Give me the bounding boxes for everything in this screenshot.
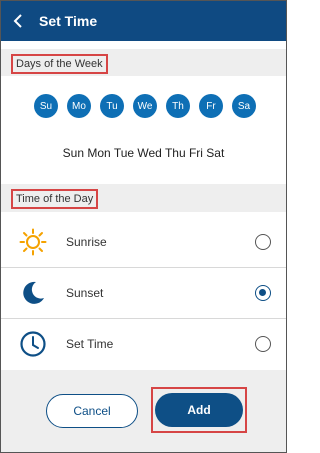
option-set-time[interactable]: Set Time bbox=[1, 319, 286, 369]
day-button-we[interactable]: We bbox=[133, 94, 157, 118]
cancel-button[interactable]: Cancel bbox=[46, 394, 138, 428]
time-section-header: Time of the Day bbox=[1, 184, 286, 212]
option-sunset[interactable]: Sunset bbox=[1, 268, 286, 318]
page-title: Set Time bbox=[39, 13, 98, 29]
sunrise-radio[interactable] bbox=[255, 234, 271, 250]
set-time-radio[interactable] bbox=[255, 336, 271, 352]
app-frame: Set Time Days of the Week Su Mo Tu We Th… bbox=[0, 0, 287, 453]
header-bar: Set Time bbox=[1, 1, 286, 41]
day-button-su[interactable]: Su bbox=[34, 94, 58, 118]
days-picker: Su Mo Tu We Th Fr Sa bbox=[34, 94, 256, 118]
add-button[interactable]: Add bbox=[155, 393, 243, 427]
selected-days-summary: Sun Mon Tue Wed Thu Fri Sat bbox=[62, 146, 225, 160]
day-button-sa[interactable]: Sa bbox=[232, 94, 256, 118]
option-set-time-label: Set Time bbox=[66, 337, 114, 351]
day-button-mo[interactable]: Mo bbox=[67, 94, 91, 118]
chevron-left-icon bbox=[13, 14, 22, 28]
time-section-label: Time of the Day bbox=[11, 189, 99, 209]
day-button-fr[interactable]: Fr bbox=[199, 94, 223, 118]
clock-icon bbox=[18, 329, 48, 359]
option-sunrise-label: Sunrise bbox=[66, 235, 107, 249]
day-button-tu[interactable]: Tu bbox=[100, 94, 124, 118]
sunset-radio[interactable] bbox=[255, 285, 271, 301]
moon-icon bbox=[18, 278, 48, 308]
days-section-header: Days of the Week bbox=[1, 49, 286, 77]
day-button-th[interactable]: Th bbox=[166, 94, 190, 118]
option-sunset-label: Sunset bbox=[66, 286, 104, 300]
days-section-label: Days of the Week bbox=[11, 54, 108, 74]
back-button[interactable] bbox=[7, 10, 29, 32]
option-sunrise[interactable]: Sunrise bbox=[1, 217, 286, 267]
days-area bbox=[1, 76, 286, 176]
sunrise-icon bbox=[18, 227, 48, 257]
